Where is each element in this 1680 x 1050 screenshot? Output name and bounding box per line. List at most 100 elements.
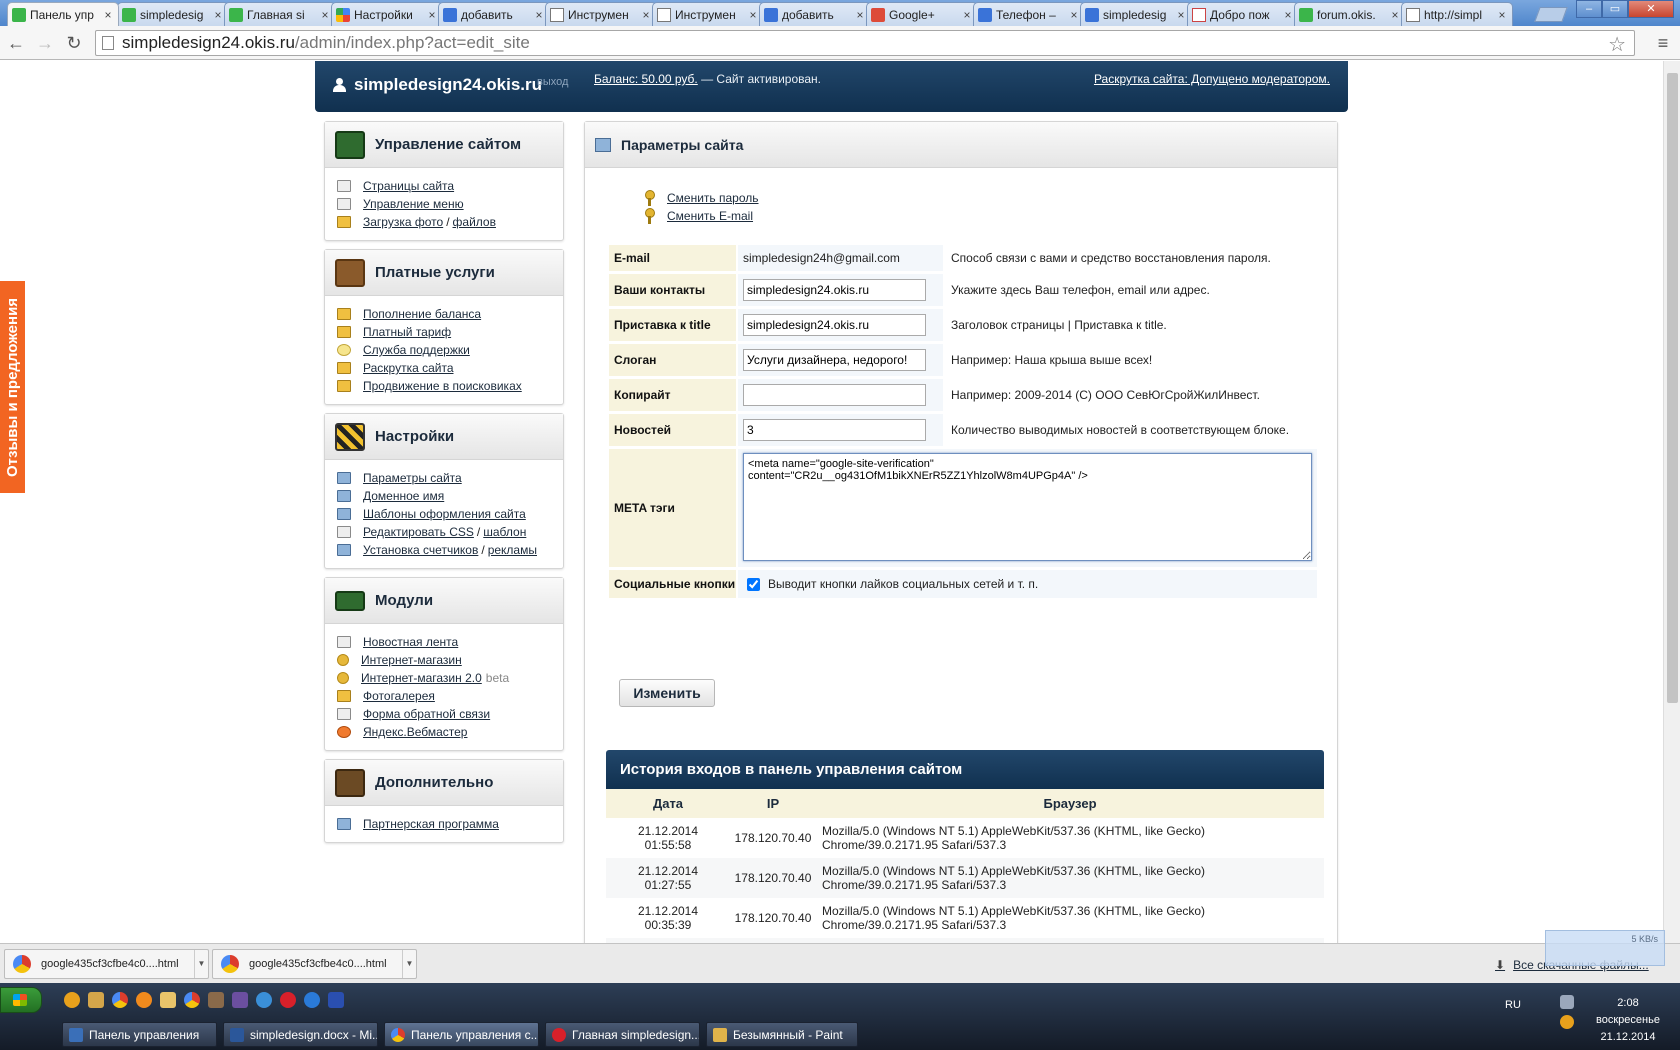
- volume-icon[interactable]: [1560, 995, 1574, 1009]
- sidebar-link[interactable]: Управление меню: [363, 197, 464, 211]
- upload-files-link[interactable]: файлов: [453, 215, 496, 229]
- sidebar-item-tariff[interactable]: Платный тариф: [337, 323, 563, 341]
- ie-icon[interactable]: [304, 992, 320, 1008]
- sidebar-link[interactable]: Шаблоны оформления сайта: [363, 507, 526, 521]
- sidebar-item-seo[interactable]: Продвижение в поисковиках: [337, 377, 563, 395]
- address-bar[interactable]: simpledesign24.okis.ru/admin/index.php?a…: [95, 30, 1635, 56]
- browser-tab[interactable]: добавить ×: [759, 2, 871, 26]
- tab-close-icon[interactable]: ×: [426, 8, 438, 22]
- sidebar-link[interactable]: Параметры сайта: [363, 471, 462, 485]
- browser-tab[interactable]: http://simpl ×: [1401, 2, 1513, 26]
- download-item[interactable]: google435cf3cfbe4c0....html ▼: [4, 949, 209, 979]
- browser-tab[interactable]: добавить ×: [438, 2, 550, 26]
- tab-close-icon[interactable]: ×: [1282, 8, 1294, 22]
- tab-close-icon[interactable]: ×: [854, 8, 866, 22]
- sidebar-item-feedback-form[interactable]: Форма обратной связи: [337, 705, 563, 723]
- start-button[interactable]: [0, 987, 42, 1013]
- counters-link[interactable]: Установка счетчиков: [363, 543, 478, 557]
- sidebar-link[interactable]: Пополнение баланса: [363, 307, 481, 321]
- balance-link[interactable]: Баланс: 50.00 руб.: [594, 72, 698, 86]
- sidebar-link[interactable]: Форма обратной связи: [363, 707, 490, 721]
- browser-tab[interactable]: simpledesig ×: [117, 2, 229, 26]
- browser-tab[interactable]: Главная si ×: [224, 2, 336, 26]
- sidebar-link[interactable]: Интернет-магазин: [361, 653, 462, 667]
- contacts-input[interactable]: [743, 279, 926, 301]
- notepad-icon[interactable]: [160, 992, 176, 1008]
- browser-tab[interactable]: Панель упр ×: [7, 2, 119, 26]
- meta-tags-textarea[interactable]: [743, 452, 1312, 561]
- sidebar-item-site-params[interactable]: Параметры сайта: [337, 469, 563, 487]
- sidebar-link[interactable]: Партнерская программа: [363, 817, 499, 831]
- close-window-button[interactable]: ✕: [1628, 0, 1674, 18]
- chrome-icon[interactable]: [184, 992, 200, 1008]
- info-icon[interactable]: [136, 992, 152, 1008]
- tab-close-icon[interactable]: ×: [319, 8, 331, 22]
- minimize-button[interactable]: –: [1576, 0, 1602, 18]
- browser-tab[interactable]: Настройки ×: [331, 2, 443, 26]
- sidebar-item-shop2[interactable]: Интернет-магазин 2.0 beta: [337, 669, 563, 687]
- sidebar-item-promotion[interactable]: Раскрутка сайта: [337, 359, 563, 377]
- system-clock[interactable]: 2:08 воскресенье 21.12.2014: [1583, 995, 1673, 1046]
- change-email-link[interactable]: Сменить E-mail: [667, 209, 753, 223]
- taskbar-item[interactable]: Главная simpledesign...: [545, 1022, 700, 1047]
- ads-link[interactable]: рекламы: [488, 543, 537, 557]
- sidebar-item-balance[interactable]: Пополнение баланса: [337, 305, 563, 323]
- tab-close-icon[interactable]: ×: [640, 8, 652, 22]
- change-password-link[interactable]: Сменить пароль: [667, 191, 759, 205]
- app-icon[interactable]: [208, 992, 224, 1008]
- sidebar-link[interactable]: Продвижение в поисковиках: [363, 379, 522, 393]
- app-icon[interactable]: [328, 992, 344, 1008]
- tab-close-icon[interactable]: ×: [1389, 8, 1401, 22]
- sidebar-item-domain[interactable]: Доменное имя: [337, 487, 563, 505]
- sidebar-item-partner[interactable]: Партнерская программа: [337, 815, 563, 833]
- sidebar-item-yandex[interactable]: Яндекс.Вебмастер: [337, 723, 563, 741]
- browser-tab[interactable]: Добро пож ×: [1187, 2, 1299, 26]
- tab-close-icon[interactable]: ×: [533, 8, 545, 22]
- tab-close-icon[interactable]: ×: [1068, 8, 1080, 22]
- new-tab-button[interactable]: [1534, 7, 1568, 22]
- tab-close-icon[interactable]: ×: [1175, 8, 1187, 22]
- sidebar-link[interactable]: Интернет-магазин 2.0: [361, 671, 482, 685]
- scrollbar-thumb[interactable]: [1667, 73, 1678, 703]
- sidebar-link[interactable]: Раскрутка сайта: [363, 361, 454, 375]
- download-item[interactable]: google435cf3cfbe4c0....html ▼: [212, 949, 417, 979]
- sidebar-link[interactable]: Страницы сайта: [363, 179, 454, 193]
- dropdown-arrow-icon[interactable]: ▼: [194, 950, 208, 978]
- news-count-input[interactable]: [743, 419, 926, 441]
- sidebar-item-pages[interactable]: Страницы сайта: [337, 177, 563, 195]
- feedback-tab[interactable]: Отзывы и предложения: [0, 281, 25, 493]
- browser-tab[interactable]: Телефон – ×: [973, 2, 1085, 26]
- browser-tab[interactable]: Инструмен ×: [545, 2, 657, 26]
- browser-tab[interactable]: simpledesig ×: [1080, 2, 1192, 26]
- browser-tab[interactable]: forum.okis. ×: [1294, 2, 1406, 26]
- tab-close-icon[interactable]: ×: [212, 8, 224, 22]
- visual-studio-icon[interactable]: [232, 992, 248, 1008]
- dropdown-arrow-icon[interactable]: ▼: [402, 950, 416, 978]
- sidebar-link[interactable]: Фотогалерея: [363, 689, 435, 703]
- page-scrollbar[interactable]: [1663, 61, 1680, 943]
- tab-close-icon[interactable]: ×: [1496, 8, 1508, 22]
- opera-icon[interactable]: [280, 992, 296, 1008]
- language-indicator[interactable]: RU: [1505, 999, 1521, 1011]
- browser-tab[interactable]: Google+ ×: [866, 2, 978, 26]
- sidebar-item-menu[interactable]: Управление меню: [337, 195, 563, 213]
- copyright-input[interactable]: [743, 384, 926, 406]
- sidebar-link[interactable]: Новостная лента: [363, 635, 458, 649]
- tray-app-icon[interactable]: [1560, 1015, 1574, 1029]
- taskbar-item[interactable]: Панель управления с...: [384, 1022, 539, 1047]
- browser-tab[interactable]: Инструмен ×: [652, 2, 764, 26]
- maximize-button[interactable]: ▭: [1602, 0, 1628, 18]
- slogan-input[interactable]: [743, 349, 926, 371]
- edit-css-link[interactable]: Редактировать CSS: [363, 525, 474, 539]
- template-link[interactable]: шаблон: [483, 525, 526, 539]
- sidebar-link[interactable]: Яндекс.Вебмастер: [363, 725, 467, 739]
- social-buttons-checkbox[interactable]: [747, 577, 760, 591]
- chrome-icon[interactable]: [112, 992, 128, 1008]
- mail-icon[interactable]: [256, 992, 272, 1008]
- sidebar-link[interactable]: Платный тариф: [363, 325, 451, 339]
- browser-menu-icon[interactable]: ≡: [1652, 31, 1674, 55]
- logout-link[interactable]: выход: [537, 76, 568, 88]
- app-icon[interactable]: [64, 992, 80, 1008]
- sidebar-link[interactable]: Служба поддержки: [363, 343, 470, 357]
- folder-icon[interactable]: [88, 992, 104, 1008]
